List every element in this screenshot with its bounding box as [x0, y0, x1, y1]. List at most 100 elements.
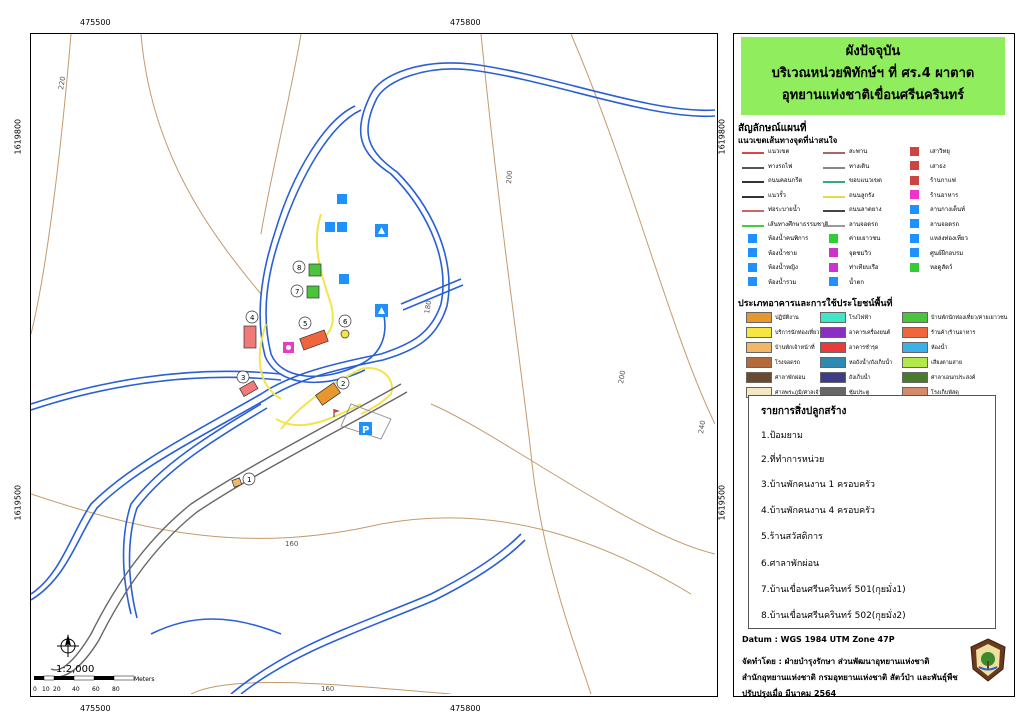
building-6: 6 — [338, 314, 352, 339]
building-3: 3 — [236, 370, 259, 397]
building-8: 8 — [292, 260, 322, 277]
building-type-swatch — [746, 372, 772, 383]
coord-top-1: 475500 — [80, 18, 111, 27]
legend-item-label: หอดูสัตว์ — [930, 264, 953, 271]
building-list-heading: รายการสิ่งปลูกสร้าง — [761, 406, 847, 417]
building-number: 3 — [241, 374, 245, 382]
legend-line-symbol — [823, 192, 845, 198]
restroom-icon — [337, 194, 347, 204]
building-type-label: ห้องน้ำ — [931, 345, 948, 351]
legend-item-label: ถนนลูกรัง — [849, 191, 875, 199]
building-type-swatch — [902, 357, 928, 368]
building-number: 6 — [343, 318, 348, 326]
building-type-swatch — [820, 327, 846, 338]
legend-point-icon — [829, 277, 838, 286]
legend-item: ขอบแนวเขต — [823, 175, 882, 185]
building-number: 5 — [303, 320, 307, 328]
legend-item-label: ลานจอดรถ — [849, 220, 879, 228]
legend-line-symbol — [823, 177, 845, 183]
legend-item: ทางเดิน — [823, 161, 869, 171]
legend-item-label: ขอบแนวเขต — [849, 177, 882, 184]
legend-line-symbol — [823, 206, 845, 212]
building-type-heading: ประเภทอาคารและการใช้ประโยชน์พื้นที่ — [738, 299, 893, 309]
building-type-swatch — [902, 327, 928, 338]
coord-right-1: 1619800 — [717, 118, 727, 155]
legend-item-label: ห้องน้ำคนพิการ — [768, 235, 809, 242]
legend-line-symbol — [823, 221, 845, 227]
legend-item-label: ศูนย์ฝึกอบรม — [930, 249, 964, 257]
legend-point-icon — [910, 262, 919, 272]
building-type-swatch — [746, 312, 772, 323]
legend-item: ร้านกาแฟ — [904, 175, 956, 185]
legend-item-label: ทางเดิน — [849, 162, 870, 170]
legend-item-label: ถนนลาดยาง — [849, 206, 882, 213]
building-type-label: หอถังน้ำ/ถังเก็บน้ำ — [849, 360, 893, 366]
building-type-label: ถังเก็บน้ำ — [849, 375, 871, 381]
legend-item-label: ถนนคอนกรีต — [768, 177, 803, 184]
legend-line-symbol — [742, 221, 764, 227]
coord-left-2: 1619500 — [13, 484, 23, 521]
coord-bottom-2: 475800 — [450, 704, 481, 713]
legend-item: ถนนคอนกรีต — [742, 175, 802, 185]
legend-item: ห้องน้ำชาย — [742, 248, 797, 258]
park-emblem-icon — [970, 638, 1006, 682]
legend-line-symbol — [742, 177, 764, 183]
building-type-label: ศาลาเอนกประสงค์ — [931, 375, 976, 381]
building-type-swatch — [820, 312, 846, 323]
legend-item: เสาธง — [904, 161, 946, 171]
legend-item: น้ำตก — [823, 277, 864, 287]
scale-tick: 40 — [72, 686, 80, 693]
map-canvas: 220 200 180 200 240 160 160 1 2 3 4 5 6 … — [31, 34, 715, 694]
legend-item-label: ร้านกาแฟ — [930, 177, 956, 184]
building-number: 4 — [250, 314, 255, 322]
north-arrow-icon — [57, 634, 79, 657]
building-list-item: 6.ศาลาพักผ่อน — [761, 559, 820, 569]
legend-item-label: ทางรถไฟ — [768, 162, 793, 170]
building-1: 1 — [231, 472, 256, 488]
legend-item-label: ท่าเทียบเรือ — [849, 264, 879, 271]
building-list-item: 1.ป้อมยาม — [761, 431, 803, 441]
building-type-label: อาคารชำรุด — [849, 345, 879, 351]
restroom-icon — [325, 222, 335, 232]
coord-top-2: 475800 — [450, 18, 481, 27]
legend-item-label: ห้องน้ำชาย — [768, 249, 797, 257]
building-list-item: 5.ร้านสวัสดิการ — [761, 532, 823, 542]
legend-point-icon — [910, 248, 919, 257]
contour-label: 160 — [321, 685, 334, 693]
contour-label: 200 — [505, 170, 514, 184]
building-list-item: 2.ที่ทำการหน่วย — [761, 455, 825, 465]
legend-line-symbol — [823, 148, 845, 154]
building-list-item: 8.บ้านเขื่อนศรีนครินทร์ 502(กุยมั่ง2) — [761, 611, 906, 621]
legend-item-label: ลานจอดรถ — [930, 220, 960, 228]
building-type-swatch — [902, 342, 928, 353]
legend-item: ลานจอดรถ — [823, 219, 878, 229]
legend-item: แนวรั้ว — [742, 190, 786, 200]
legend-line-symbol — [742, 163, 764, 169]
contour-label: 200 — [617, 370, 627, 385]
legend-item-label: ท่อระบายน้ำ — [768, 206, 801, 213]
map-title: ผังปัจจุบัน บริเวณหน่วยพิทักษ์ฯ ที่ ศร.4… — [741, 37, 1005, 115]
building-type-label: โรงไฟฟ้า — [849, 315, 872, 321]
building-type-label: ร้านค้า/ร้านอาหาร — [931, 330, 976, 336]
legend-item-label: น้ำตก — [849, 278, 864, 286]
building-5: 5 — [298, 316, 329, 351]
coord-left-1: 1619800 — [13, 118, 23, 155]
legend-item: ศูนย์ฝึกอบรม — [904, 248, 963, 258]
office-text: สำนักอุทยานแห่งชาติ กรมอุทยานแห่งชาติ สั… — [742, 673, 958, 682]
building-type-swatch — [820, 372, 846, 383]
legend-point-icon — [910, 204, 919, 214]
building-type-swatch — [820, 357, 846, 368]
scale-ratio: 1:2,000 — [56, 664, 95, 675]
legend-item: ห้องน้ำคนพิการ — [742, 233, 808, 243]
legend-item: หอดูสัตว์ — [904, 262, 952, 272]
building-type-label: บริการนักท่องเที่ยว — [775, 330, 820, 336]
legend-item-label: จุดชมวิว — [849, 249, 872, 257]
building-list-item: 7.บ้านเขื่อนศรีนครินทร์ 501(กุยมั่ง1) — [761, 585, 906, 595]
building-4: 4 — [243, 310, 259, 349]
legend-point-icon — [748, 277, 757, 286]
legend-item-label: เสาธง — [930, 162, 946, 170]
legend-item-label: แนวรั้ว — [768, 191, 786, 199]
building-type-swatch — [746, 357, 772, 368]
legend-item-label: เสาวิทยุ — [930, 148, 950, 155]
building-number: 2 — [341, 380, 345, 388]
